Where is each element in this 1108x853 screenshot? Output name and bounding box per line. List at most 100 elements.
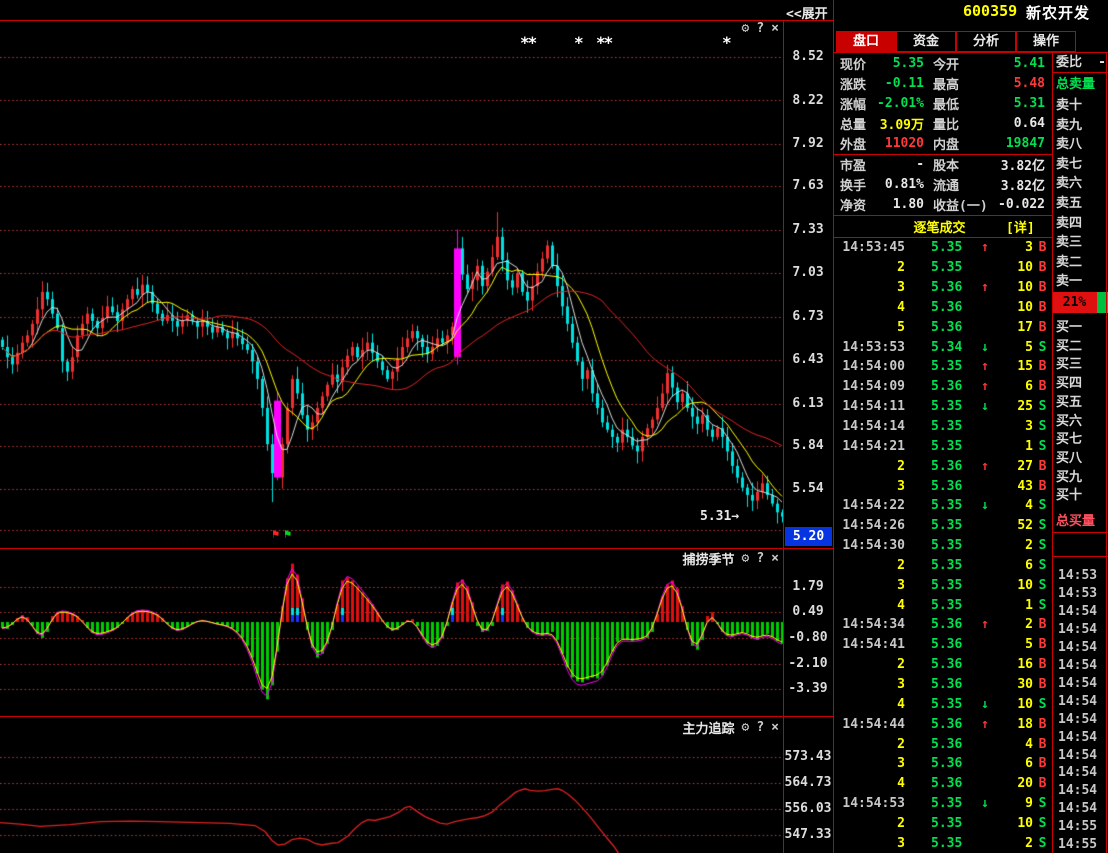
- tick-time: 3: [833, 479, 905, 494]
- help-icon[interactable]: ?: [756, 720, 764, 735]
- buy-level-2[interactable]: 买二: [1052, 337, 1108, 356]
- tick-row[interactable]: 45.3610B: [833, 298, 1052, 318]
- buy-level-1[interactable]: 买一: [1052, 318, 1108, 337]
- tick-side: S: [1033, 399, 1052, 414]
- tick-row[interactable]: 35.3630B: [833, 675, 1052, 695]
- tick-row[interactable]: 45.351S: [833, 595, 1052, 615]
- low-price-annotation: 5.31→: [700, 509, 739, 524]
- sell-level-8[interactable]: 卖八: [1052, 135, 1108, 154]
- help-icon[interactable]: ?: [756, 21, 764, 36]
- tick-row[interactable]: 25.356S: [833, 556, 1052, 576]
- close-icon[interactable]: ×: [771, 21, 779, 36]
- tick-row[interactable]: 14:54:215.351S: [833, 436, 1052, 456]
- tick-row[interactable]: 25.36↑27B: [833, 456, 1052, 476]
- divider: [1052, 532, 1108, 533]
- bottom-axis-label: 556.03: [783, 801, 833, 816]
- tick-row[interactable]: 14:54:535.35↓9S: [833, 794, 1052, 814]
- tick-volume: 16: [993, 657, 1033, 672]
- tick-row[interactable]: 25.3616B: [833, 655, 1052, 675]
- tick-volume: 2: [993, 538, 1033, 553]
- tick-side: S: [1033, 538, 1052, 553]
- tab-4[interactable]: 操作: [1016, 31, 1076, 52]
- sell-level-4[interactable]: 卖四: [1052, 214, 1108, 233]
- tick-volume: 43: [993, 479, 1033, 494]
- quote-label: 外盘: [833, 134, 866, 153]
- tick-volume: 10: [993, 578, 1033, 593]
- tick-row[interactable]: 14:54:445.36↑18B: [833, 714, 1052, 734]
- tick-row[interactable]: 35.3643B: [833, 476, 1052, 496]
- tick-detail-link[interactable]: [详]: [1006, 217, 1052, 236]
- sell-level-7[interactable]: 卖七: [1052, 155, 1108, 174]
- tick-row[interactable]: 14:53:455.35↑3B: [833, 238, 1052, 258]
- sell-level-10[interactable]: 卖十: [1052, 96, 1108, 115]
- osc-panel-title: 捕捞季节: [683, 549, 735, 568]
- tab-1[interactable]: 盘口: [836, 31, 896, 52]
- tick-side: S: [1033, 498, 1052, 513]
- tick-time: 3: [833, 836, 905, 851]
- tick-list-header: 逐笔成交 [详]: [833, 216, 1052, 237]
- tick-side: S: [1033, 598, 1052, 613]
- settings-gear-icon[interactable]: ⚙: [742, 551, 750, 566]
- tab-3[interactable]: 分析: [956, 31, 1016, 52]
- tick-row[interactable]: 14:54:345.36↑2B: [833, 615, 1052, 635]
- tick-row[interactable]: 14:54:005.35↑15B: [833, 357, 1052, 377]
- tick-time: 14:54:22: [833, 498, 905, 513]
- buy-level-3[interactable]: 买三: [1052, 355, 1108, 374]
- tick-row[interactable]: 14:54:305.352S: [833, 536, 1052, 556]
- tick-row[interactable]: 14:54:225.35↓4S: [833, 496, 1052, 516]
- tick-side: S: [1033, 558, 1052, 573]
- tick-volume: 52: [993, 518, 1033, 533]
- tick-direction-arrow-icon: ↓: [977, 399, 993, 414]
- sell-level-5[interactable]: 卖五: [1052, 194, 1108, 213]
- tick-time: 4: [833, 776, 905, 791]
- tick-row[interactable]: 25.3510B: [833, 258, 1052, 278]
- time-column-entry: 14:54: [1052, 781, 1108, 800]
- tick-row[interactable]: 25.364B: [833, 734, 1052, 754]
- buy-level-10[interactable]: 买十: [1052, 486, 1108, 505]
- buy-level-7[interactable]: 买七: [1052, 430, 1108, 449]
- time-column-entry: 14:54: [1052, 674, 1108, 693]
- tick-row[interactable]: 35.36↑10B: [833, 278, 1052, 298]
- settings-gear-icon[interactable]: ⚙: [742, 720, 750, 735]
- buy-level-4[interactable]: 买四: [1052, 374, 1108, 393]
- tick-row[interactable]: 14:53:535.34↓5S: [833, 337, 1052, 357]
- tick-row[interactable]: 14:54:095.36↑6B: [833, 377, 1052, 397]
- price-axis-label: 5.84: [783, 438, 833, 453]
- sell-level-6[interactable]: 卖六: [1052, 174, 1108, 193]
- tick-side: B: [1033, 280, 1052, 295]
- tick-row[interactable]: 35.366B: [833, 754, 1052, 774]
- main-candlestick-canvas[interactable]: [0, 20, 783, 548]
- tab-2[interactable]: 资金: [896, 31, 956, 52]
- tick-time: 2: [833, 260, 905, 275]
- fishing-season-indicator-canvas[interactable]: [0, 548, 783, 716]
- tick-row[interactable]: 14:54:145.353S: [833, 417, 1052, 437]
- sell-level-2[interactable]: 卖二: [1052, 253, 1108, 272]
- close-icon[interactable]: ×: [771, 720, 779, 735]
- time-column-entry: 14:54: [1052, 763, 1108, 782]
- tick-direction-arrow-icon: ↓: [977, 498, 993, 513]
- buy-level-9[interactable]: 买九: [1052, 468, 1108, 487]
- sell-level-1[interactable]: 卖一: [1052, 272, 1108, 291]
- sell-level-3[interactable]: 卖三: [1052, 233, 1108, 252]
- tick-row[interactable]: 25.3510S: [833, 813, 1052, 833]
- close-icon[interactable]: ×: [771, 551, 779, 566]
- tick-row[interactable]: 35.352S: [833, 833, 1052, 853]
- settings-gear-icon[interactable]: ⚙: [742, 21, 750, 36]
- tick-row[interactable]: 45.3620B: [833, 774, 1052, 794]
- tick-row[interactable]: 55.3617B: [833, 317, 1052, 337]
- tick-row[interactable]: 35.3510S: [833, 575, 1052, 595]
- buy-level-6[interactable]: 买六: [1052, 412, 1108, 431]
- buy-level-8[interactable]: 买八: [1052, 449, 1108, 468]
- help-icon[interactable]: ?: [756, 551, 764, 566]
- tick-row[interactable]: 45.35↓10S: [833, 694, 1052, 714]
- tick-volume: 6: [993, 558, 1033, 573]
- tick-price: 5.36: [931, 300, 973, 315]
- tick-row[interactable]: 14:54:415.365B: [833, 635, 1052, 655]
- tick-direction-arrow-icon: ↑: [977, 240, 993, 255]
- tick-volume: 10: [993, 300, 1033, 315]
- buy-level-5[interactable]: 买五: [1052, 393, 1108, 412]
- sell-level-9[interactable]: 卖九: [1052, 116, 1108, 135]
- tick-price: 5.36: [931, 459, 973, 474]
- tick-row[interactable]: 14:54:265.3552S: [833, 516, 1052, 536]
- tick-row[interactable]: 14:54:115.35↓25S: [833, 397, 1052, 417]
